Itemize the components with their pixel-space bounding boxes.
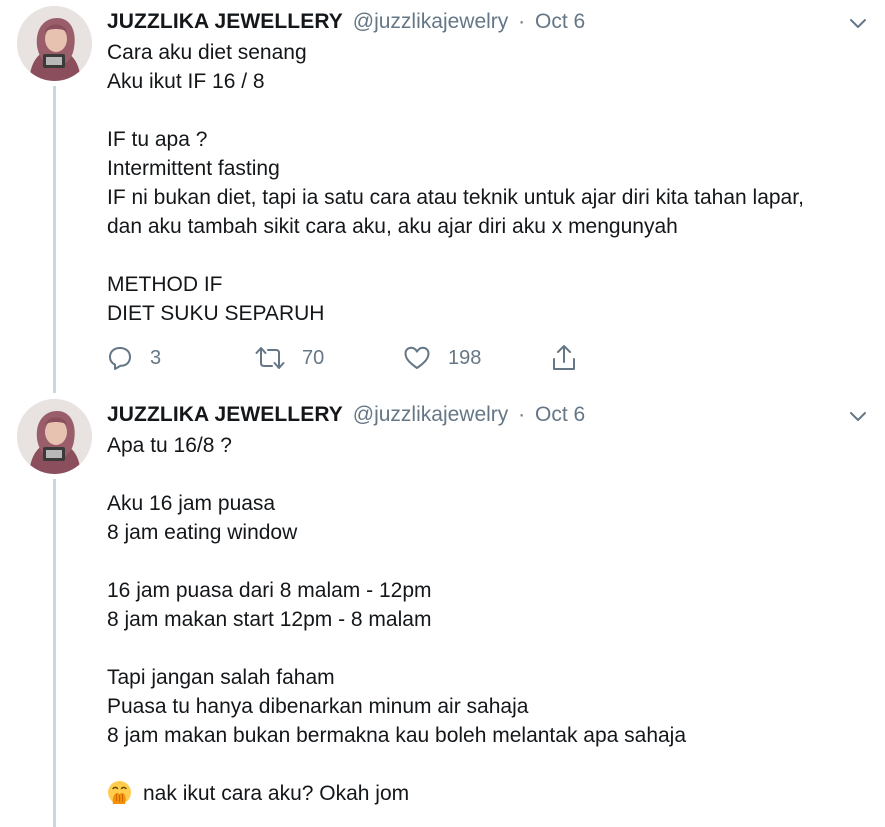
retweet-button[interactable]: 70 — [255, 343, 324, 373]
like-button[interactable]: 198 — [403, 343, 481, 373]
chevron-down-icon[interactable] — [846, 13, 870, 33]
tweet-header: JUZZLIKA JEWELLERY @juzzlikajewelry · Oc… — [107, 8, 585, 36]
tweet-line: Apa tu 16/8 ? — [107, 434, 232, 457]
tweet-line: Puasa tu hanya dibenarkan minum air saha… — [107, 695, 529, 718]
tweet-line-emoji: nak ikut cara aku? Okah jom — [107, 779, 867, 808]
tweet-line — [107, 241, 867, 270]
tweet-line: 8 jam makan bukan bermakna kau boleh mel… — [107, 724, 687, 747]
display-name[interactable]: JUZZLIKA JEWELLERY — [107, 403, 343, 426]
hand-over-mouth-emoji — [107, 780, 132, 805]
tweet-header: JUZZLIKA JEWELLERY @juzzlikajewelry · Oc… — [107, 401, 585, 429]
reply-icon — [107, 345, 133, 371]
tweet-text: Cara aku diet senang Aku ikut IF 16 / 8 … — [107, 38, 867, 328]
tweet-line: 8 jam makan start 12pm - 8 malam — [107, 608, 432, 631]
tweet[interactable]: JUZZLIKA JEWELLERY @juzzlikajewelry · Oc… — [0, 393, 885, 827]
tweet-line: 16 jam puasa dari 8 malam - 12pm — [107, 579, 432, 602]
display-name[interactable]: JUZZLIKA JEWELLERY — [107, 10, 343, 33]
tweet-line: IF ni bukan diet, tapi ia satu cara atau… — [107, 186, 804, 209]
user-handle[interactable]: @juzzlikajewelry — [353, 10, 509, 33]
tweet-line: dan aku tambah sikit cara aku, aku ajar … — [107, 215, 678, 238]
tweet-line — [107, 460, 867, 489]
share-icon — [551, 344, 577, 372]
chevron-down-icon[interactable] — [846, 406, 870, 426]
tweet-line: Cara aku diet senang — [107, 41, 307, 64]
tweet-line: Intermittent fasting — [107, 157, 280, 180]
separator-dot: · — [518, 10, 526, 33]
tweet-line — [107, 634, 867, 663]
tweet-line — [107, 750, 867, 779]
reply-count: 3 — [150, 346, 162, 369]
thread-line — [53, 479, 56, 827]
separator-dot: · — [518, 403, 526, 426]
reply-button[interactable]: 3 — [107, 343, 161, 373]
tweet-actions: 3 70 198 — [107, 343, 607, 373]
tweet-line: Aku 16 jam puasa — [107, 492, 276, 515]
tweet-line: IF tu apa ? — [107, 128, 208, 151]
tweet-date[interactable]: Oct 6 — [535, 10, 585, 33]
avatar[interactable] — [17, 399, 92, 474]
tweet-text: Apa tu 16/8 ? Aku 16 jam puasa 8 jam eat… — [107, 431, 867, 808]
like-count: 198 — [448, 346, 482, 369]
tweet-line: nak ikut cara aku? Okah jom — [143, 782, 410, 805]
avatar[interactable] — [17, 6, 92, 81]
tweet-line: 8 jam eating window — [107, 521, 298, 544]
like-icon — [403, 345, 431, 371]
tweet-line: METHOD IF — [107, 273, 223, 296]
tweet-line — [107, 96, 867, 125]
tweet-line — [107, 547, 867, 576]
retweet-icon — [255, 345, 285, 371]
tweet-line: Tapi jangan salah faham — [107, 666, 335, 689]
tweet-line: DIET SUKU SEPARUH — [107, 302, 325, 325]
tweet[interactable]: JUZZLIKA JEWELLERY @juzzlikajewelry · Oc… — [0, 0, 885, 393]
thread-line — [53, 86, 56, 393]
retweet-count: 70 — [302, 346, 325, 369]
tweet-line: Aku ikut IF 16 / 8 — [107, 70, 265, 93]
user-handle[interactable]: @juzzlikajewelry — [353, 403, 509, 426]
tweet-date[interactable]: Oct 6 — [535, 403, 585, 426]
share-button[interactable] — [551, 343, 577, 373]
